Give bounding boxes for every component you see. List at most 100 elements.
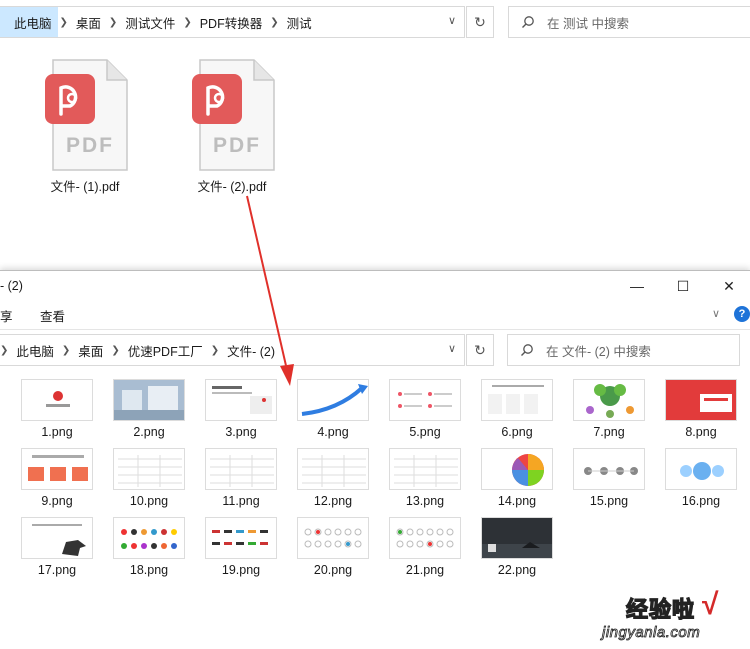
search-input[interactable]: 在 测试 中搜索 bbox=[508, 6, 750, 38]
address-bar[interactable]: 此电脑 ❯ 桌面 ❯ 测试文件 ❯ PDF转换器 ❯ 测试 ∨ bbox=[0, 6, 465, 38]
thumbnail bbox=[389, 517, 461, 559]
refresh-button[interactable]: ↻ bbox=[466, 6, 494, 38]
search-input[interactable]: 在 文件- (2) 中搜索 bbox=[507, 334, 740, 366]
chevron-down-icon[interactable]: ∨ bbox=[448, 342, 456, 355]
file-name: 10.png bbox=[129, 494, 169, 508]
breadcrumb-item[interactable]: 此电脑 bbox=[10, 335, 60, 365]
image-file-item[interactable]: 10.png bbox=[111, 448, 187, 508]
file-name: 22.png bbox=[497, 563, 537, 577]
breadcrumb-label: 测试文件 bbox=[125, 16, 176, 31]
tab-share[interactable]: 享 bbox=[0, 306, 13, 325]
minimize-icon: — bbox=[630, 278, 644, 294]
breadcrumb-item[interactable]: PDF转换器 bbox=[194, 7, 269, 37]
image-file-item[interactable]: 19.png bbox=[203, 517, 279, 577]
image-file-item[interactable]: 21.png bbox=[387, 517, 463, 577]
address-bar[interactable]: ❯ 此电脑 ❯ 桌面 ❯ 优速PDF工厂 ❯ 文件- (2) ∨ bbox=[0, 334, 465, 366]
thumbnail bbox=[113, 517, 185, 559]
image-file-item[interactable]: 5.png bbox=[387, 379, 463, 439]
chevron-right-icon[interactable]: ❯ bbox=[209, 345, 221, 356]
close-button[interactable]: ✕ bbox=[706, 271, 750, 301]
breadcrumb-label: 文件- (2) bbox=[227, 344, 276, 359]
chevron-right-icon[interactable]: ❯ bbox=[268, 17, 280, 28]
help-icon[interactable]: ? bbox=[734, 306, 750, 322]
image-file-item[interactable]: 12.png bbox=[295, 448, 371, 508]
file-name: 18.png bbox=[129, 563, 169, 577]
image-file-item[interactable]: 18.png bbox=[111, 517, 187, 577]
image-file-item[interactable]: 8.png bbox=[663, 379, 739, 439]
file-name: 1.png bbox=[41, 425, 73, 439]
image-file-item[interactable]: 11.png bbox=[203, 448, 279, 508]
file-name: 9.png bbox=[41, 494, 73, 508]
chevron-right-icon[interactable]: ❯ bbox=[58, 17, 70, 28]
file-name: 19.png bbox=[221, 563, 261, 577]
file-name: 11.png bbox=[222, 494, 260, 508]
tab-view[interactable]: 查看 bbox=[40, 306, 65, 325]
breadcrumb-item[interactable]: 桌面 bbox=[72, 335, 109, 365]
window-title: - (2) bbox=[0, 279, 23, 293]
breadcrumb-item[interactable]: 文件- (2) bbox=[221, 335, 281, 365]
thumbnail bbox=[297, 379, 369, 421]
breadcrumb-item[interactable]: 此电脑 bbox=[0, 7, 58, 37]
image-file-item[interactable]: 20.png bbox=[295, 517, 371, 577]
breadcrumb-item[interactable]: 测试文件 bbox=[119, 7, 181, 37]
watermark-title: 经验啦 bbox=[625, 596, 696, 622]
chevron-right-icon[interactable]: ❯ bbox=[109, 345, 121, 356]
maximize-button[interactable]: ☐ bbox=[660, 271, 706, 301]
breadcrumb-item[interactable]: 测试 bbox=[281, 7, 318, 37]
chevron-right-icon[interactable]: ❯ bbox=[60, 345, 72, 356]
image-file-item[interactable]: 13.png bbox=[387, 448, 463, 508]
pdf-file-item[interactable]: PDF 文件- (2).pdf bbox=[177, 58, 287, 195]
pdf-file-icon: PDF bbox=[188, 58, 276, 174]
chevron-down-icon[interactable]: ∨ bbox=[712, 307, 720, 320]
search-icon bbox=[522, 16, 534, 28]
thumbnail bbox=[665, 448, 737, 490]
thumbnail bbox=[113, 448, 185, 490]
thumbnail bbox=[297, 517, 369, 559]
image-file-item[interactable]: 17.png bbox=[19, 517, 95, 577]
pdf-file-item[interactable]: PDF 文件- (1).pdf bbox=[30, 58, 140, 195]
search-placeholder: 在 测试 中搜索 bbox=[547, 16, 629, 31]
image-file-item[interactable]: 1.png bbox=[19, 379, 95, 439]
pdf-badge: PDF bbox=[213, 134, 261, 157]
file-name: 7.png bbox=[593, 425, 625, 439]
file-name: 6.png bbox=[501, 425, 533, 439]
close-icon: ✕ bbox=[723, 277, 735, 294]
breadcrumb-label: 桌面 bbox=[75, 16, 101, 31]
thumbnail bbox=[205, 448, 277, 490]
thumbnail bbox=[21, 517, 93, 559]
breadcrumb-item[interactable]: 优速PDF工厂 bbox=[122, 335, 209, 365]
image-file-item[interactable]: 2.png bbox=[111, 379, 187, 439]
breadcrumb-item[interactable]: 桌面 bbox=[70, 7, 107, 37]
refresh-icon: ↻ bbox=[474, 13, 486, 30]
refresh-icon: ↻ bbox=[474, 341, 486, 358]
background-explorer-window: 此电脑 ❯ 桌面 ❯ 测试文件 ❯ PDF转换器 ❯ 测试 ∨ ↻ 在 测试 中… bbox=[0, 0, 750, 270]
chevron-right-icon[interactable]: ❯ bbox=[181, 17, 193, 28]
thumbnail bbox=[21, 448, 93, 490]
thumbnail bbox=[297, 448, 369, 490]
image-file-item[interactable]: 15.png bbox=[571, 448, 647, 508]
image-file-item[interactable]: 16.png bbox=[663, 448, 739, 508]
chevron-right-icon[interactable]: ❯ bbox=[107, 17, 119, 28]
image-file-item[interactable]: 6.png bbox=[479, 379, 555, 439]
thumbnail bbox=[573, 379, 645, 421]
breadcrumb-label: 此电脑 bbox=[14, 16, 52, 31]
refresh-button[interactable]: ↻ bbox=[466, 334, 494, 366]
image-file-item[interactable]: 22.png bbox=[479, 517, 555, 577]
thumbnail bbox=[481, 379, 553, 421]
minimize-button[interactable]: — bbox=[614, 271, 660, 301]
image-file-item[interactable]: 7.png bbox=[571, 379, 647, 439]
file-name: 5.png bbox=[409, 425, 441, 439]
file-name: 17.png bbox=[37, 563, 77, 577]
image-file-item[interactable]: 14.png bbox=[479, 448, 555, 508]
chevron-right-icon[interactable]: ❯ bbox=[0, 345, 10, 356]
image-file-item[interactable]: 3.png bbox=[203, 379, 279, 439]
image-file-item[interactable]: 9.png bbox=[19, 448, 95, 508]
breadcrumb-label: 桌面 bbox=[78, 344, 104, 359]
thumbnail bbox=[389, 379, 461, 421]
file-name: 13.png bbox=[405, 494, 445, 508]
chevron-down-icon[interactable]: ∨ bbox=[448, 14, 456, 27]
thumbnail bbox=[113, 379, 185, 421]
title-bar[interactable]: - (2) — ☐ ✕ bbox=[0, 271, 750, 301]
image-file-item[interactable]: 4.png bbox=[295, 379, 371, 439]
file-name: 12.png bbox=[313, 494, 353, 508]
